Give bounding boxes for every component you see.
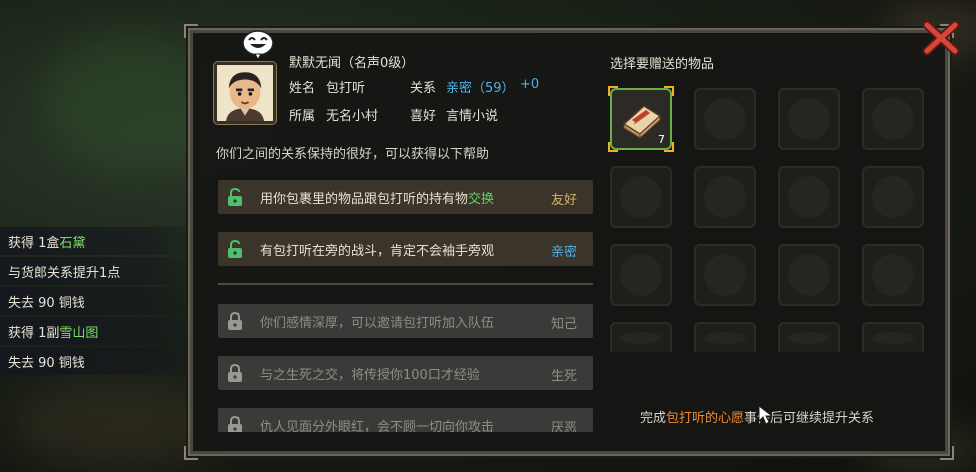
unlock-icon: [228, 187, 242, 206]
log-entry: 获得 1盒 石黛: [0, 227, 210, 255]
relation-gain: +0: [520, 77, 540, 92]
npc-title: 默默无闻（名声0级）: [289, 56, 415, 71]
npc-portrait: [214, 62, 276, 124]
gift-slot[interactable]: [778, 88, 840, 150]
panel-corner: [184, 24, 198, 38]
smile-emote-icon: [241, 30, 275, 60]
intro-text: 你们之间的关系保持的很好，可以获得以下帮助: [216, 147, 490, 162]
gift-title: 选择要赠送的物品: [610, 57, 715, 72]
unlock-icon: [228, 239, 242, 258]
item-quantity: 7: [658, 133, 665, 146]
benefit-divider: [218, 283, 593, 285]
belong-value: 无名小村: [326, 109, 379, 124]
lock-icon: [228, 415, 242, 432]
close-button[interactable]: [922, 20, 960, 56]
relation-label: 关系: [410, 81, 437, 96]
hobby-label: 喜好: [410, 109, 437, 124]
benefit-battle-help: 有包打听在旁的战斗，肯定不会袖手旁观 亲密: [218, 232, 593, 266]
close-icon: [922, 20, 960, 56]
name-label: 姓名: [289, 81, 316, 96]
wish-link[interactable]: 包打听的心愿: [666, 411, 744, 426]
benefit-hostile: 仇人见面分外眼红，会不顾一切向你攻击 厌恶: [218, 408, 593, 432]
benefit-join-party: 你们感情深厚，可以邀请包打听加入队伍 知己: [218, 304, 593, 338]
benefit-level: 厌恶: [550, 421, 577, 432]
log-entry: 与货郎关系提升1点: [0, 257, 210, 285]
gift-slot[interactable]: [778, 166, 840, 228]
gift-slot[interactable]: [610, 166, 672, 228]
selection-corner: [664, 86, 674, 96]
gift-slot[interactable]: [694, 88, 756, 150]
exchange-link[interactable]: 交换: [468, 188, 494, 207]
benefit-level: 知己: [550, 317, 577, 332]
gift-slot-selected[interactable]: 7: [608, 86, 674, 152]
log-entry: 获得 1副 雪山图: [0, 317, 210, 345]
selection-corner: [664, 142, 674, 152]
gift-slot[interactable]: [778, 244, 840, 306]
gift-slot[interactable]: [862, 322, 924, 352]
gift-slot[interactable]: [610, 322, 672, 352]
gift-slot[interactable]: [694, 244, 756, 306]
benefit-exchange[interactable]: 用你包裹里的物品跟包打听的持有物 交换 友好: [218, 180, 593, 214]
gift-slot[interactable]: [862, 166, 924, 228]
benefit-level: 生死: [550, 369, 577, 384]
gift-slot[interactable]: [694, 166, 756, 228]
benefit-teach-exp: 与之生死之交，将传授你100口才经验 生死: [218, 356, 593, 390]
panel-corner: [940, 446, 954, 460]
log-entry: 失去 90 铜钱: [0, 287, 210, 315]
gift-slot[interactable]: [694, 322, 756, 352]
hobby-value: 言情小说: [446, 109, 499, 124]
benefit-level: 亲密: [550, 245, 577, 260]
panel-corner: [184, 446, 198, 460]
gift-slot[interactable]: [862, 88, 924, 150]
log-entry: 失去 90 铜钱: [0, 347, 210, 375]
name-value: 包打听: [326, 81, 366, 96]
lock-icon: [228, 311, 242, 330]
mouse-cursor-icon: [758, 405, 774, 425]
relation-value: 亲密（59）: [446, 81, 515, 96]
gift-slot[interactable]: [862, 244, 924, 306]
gift-slot[interactable]: [778, 322, 840, 352]
benefit-level: 友好: [550, 193, 577, 208]
selection-corner: [608, 142, 618, 152]
lock-icon: [228, 363, 242, 382]
selection-corner: [608, 86, 618, 96]
gift-slot[interactable]: [610, 244, 672, 306]
belong-label: 所属: [289, 109, 316, 124]
